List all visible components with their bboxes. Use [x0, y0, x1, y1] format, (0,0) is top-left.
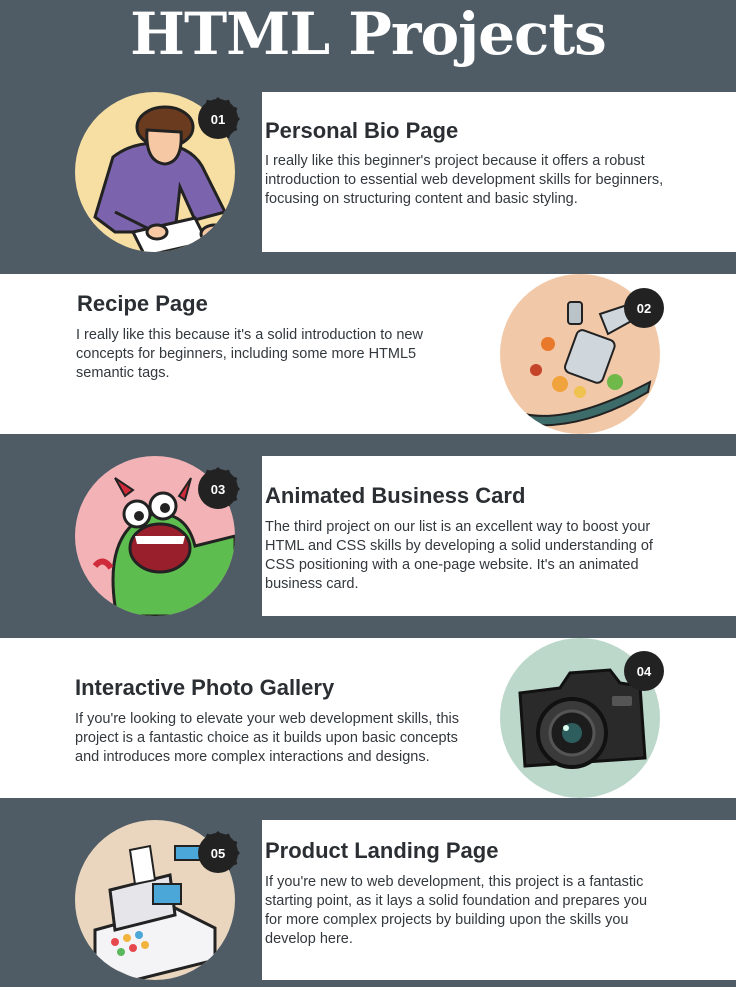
number-badge: 04	[627, 654, 661, 688]
project-title: Personal Bio Page	[265, 118, 459, 143]
project-description: If you're new to web development, this p…	[265, 874, 648, 947]
number-badge: 05	[201, 836, 235, 870]
project-title: Animated Business Card	[265, 483, 526, 508]
project-description: I really like this beginner's project be…	[265, 153, 664, 207]
project-title: Product Landing Page	[265, 838, 499, 863]
page-title: HTML Projects	[130, 0, 607, 68]
project-description: I really like this because it's a solid …	[76, 327, 423, 381]
project-description: The third project on our list is an exce…	[265, 519, 653, 592]
number-badge: 03	[201, 472, 235, 506]
project-title: Recipe Page	[77, 291, 208, 316]
number-badge: 02	[627, 291, 661, 325]
number-badge: 01	[201, 102, 235, 136]
project-description: If you're looking to elevate your web de…	[75, 711, 459, 765]
project-title: Interactive Photo Gallery	[75, 675, 335, 700]
